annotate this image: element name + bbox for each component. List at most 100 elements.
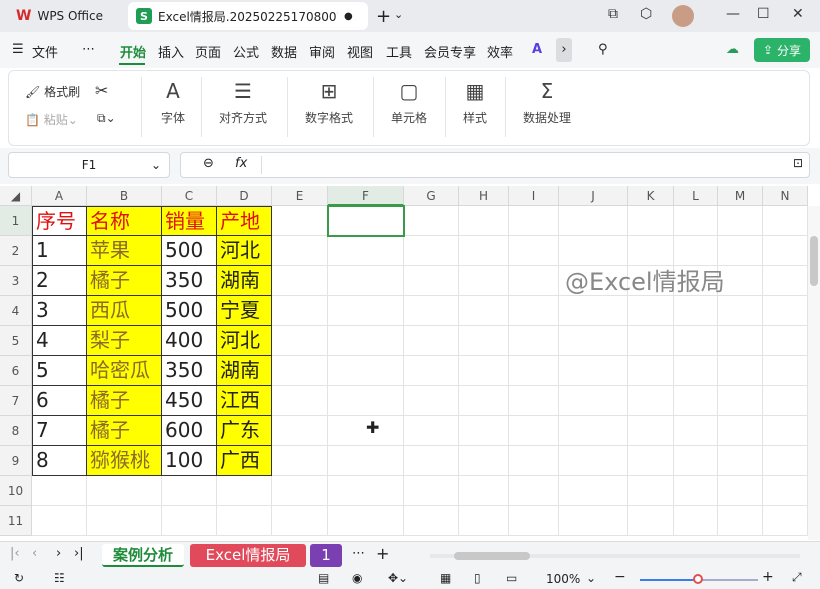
- cell-d9[interactable]: 广西: [217, 446, 272, 476]
- cell-j10[interactable]: [559, 476, 628, 506]
- vertical-scrollbar[interactable]: [808, 206, 820, 540]
- cell-e8[interactable]: [272, 416, 328, 446]
- cell-h9[interactable]: [459, 446, 509, 476]
- cell-n8[interactable]: [763, 416, 808, 446]
- cell-f3[interactable]: [328, 266, 404, 296]
- cell-c2[interactable]: 500: [162, 236, 217, 266]
- cell-n7[interactable]: [763, 386, 808, 416]
- cell-d1[interactable]: 产地: [217, 206, 272, 236]
- cell-g3[interactable]: [404, 266, 459, 296]
- cell-d2[interactable]: 河北: [217, 236, 272, 266]
- cell-a5[interactable]: 4: [32, 326, 87, 356]
- number-format-button[interactable]: ⊞ 数字格式: [293, 79, 365, 126]
- column-header-c[interactable]: C: [162, 186, 217, 206]
- tab-list-chevron-icon[interactable]: ⌄: [394, 8, 403, 21]
- vertical-scroll-thumb[interactable]: [810, 236, 818, 286]
- cell-n9[interactable]: [763, 446, 808, 476]
- cell-g8[interactable]: [404, 416, 459, 446]
- sheet-list-icon[interactable]: ☷: [54, 571, 65, 585]
- cell-i7[interactable]: [509, 386, 559, 416]
- more-sheets-icon[interactable]: ⋯: [352, 546, 365, 561]
- cell-b8[interactable]: 橘子: [87, 416, 162, 446]
- cell-k5[interactable]: [628, 326, 674, 356]
- cell-e3[interactable]: [272, 266, 328, 296]
- cell-k7[interactable]: [628, 386, 674, 416]
- cell-a11[interactable]: [32, 506, 87, 536]
- zoom-in-icon[interactable]: +: [762, 569, 774, 585]
- cell-d6[interactable]: 湖南: [217, 356, 272, 386]
- menu-home[interactable]: 开始: [120, 42, 146, 61]
- menu-page[interactable]: 页面: [195, 42, 221, 61]
- cell-a2[interactable]: 1: [32, 236, 87, 266]
- menu-scroll-right-icon[interactable]: ›: [556, 38, 572, 62]
- eye-protection-icon[interactable]: ◉: [352, 571, 362, 585]
- cell-i5[interactable]: [509, 326, 559, 356]
- maximize-icon[interactable]: ☐: [757, 6, 770, 22]
- copy-icon[interactable]: ⧉⌄: [97, 111, 116, 126]
- cell-e10[interactable]: [272, 476, 328, 506]
- cell-j6[interactable]: [559, 356, 628, 386]
- cell-l8[interactable]: [674, 416, 718, 446]
- cell-a10[interactable]: [32, 476, 87, 506]
- fullscreen-icon[interactable]: ⤢: [792, 570, 802, 585]
- cell-i11[interactable]: [509, 506, 559, 536]
- cell-h5[interactable]: [459, 326, 509, 356]
- row-header-10[interactable]: 10: [0, 476, 32, 506]
- row-header-7[interactable]: 7: [0, 386, 32, 416]
- cell-b6[interactable]: 哈密瓜: [87, 356, 162, 386]
- cell-a9[interactable]: 8: [32, 446, 87, 476]
- row-header-5[interactable]: 5: [0, 326, 32, 356]
- cell-b11[interactable]: [87, 506, 162, 536]
- cell-j11[interactable]: [559, 506, 628, 536]
- tab-wps-home[interactable]: W WPS Office: [6, 2, 118, 30]
- data-processing-button[interactable]: Σ 数据处理: [513, 79, 581, 126]
- menu-insert[interactable]: 插入: [158, 42, 184, 61]
- menu-file[interactable]: 文件: [32, 42, 58, 61]
- cell-d8[interactable]: 广东: [217, 416, 272, 446]
- cell-l10[interactable]: [674, 476, 718, 506]
- cell-i2[interactable]: [509, 236, 559, 266]
- cell-h3[interactable]: [459, 266, 509, 296]
- cells-group-button[interactable]: ▢ 单元格: [379, 79, 439, 126]
- cell-n2[interactable]: [763, 236, 808, 266]
- font-group-button[interactable]: A 字体: [149, 79, 197, 126]
- column-header-j[interactable]: J: [559, 186, 628, 206]
- cell-c7[interactable]: 450: [162, 386, 217, 416]
- cell-a6[interactable]: 5: [32, 356, 87, 386]
- cell-b4[interactable]: 西瓜: [87, 296, 162, 326]
- cell-l1[interactable]: [674, 206, 718, 236]
- restore-window-icon[interactable]: ⧉: [608, 6, 618, 22]
- sheet-tab-excel-bureau[interactable]: Excel情报局: [190, 544, 306, 567]
- column-header-d[interactable]: D: [217, 186, 272, 206]
- cell-b2[interactable]: 苹果: [87, 236, 162, 266]
- cell-m10[interactable]: [718, 476, 763, 506]
- cell-f11[interactable]: [328, 506, 404, 536]
- zoom-dropdown-icon[interactable]: ⌄: [586, 571, 596, 585]
- menu-more[interactable]: ⋯: [82, 42, 95, 57]
- cell-g2[interactable]: [404, 236, 459, 266]
- cell-e7[interactable]: [272, 386, 328, 416]
- zoom-slider-knob[interactable]: [693, 574, 703, 584]
- cell-c4[interactable]: 500: [162, 296, 217, 326]
- cell-i4[interactable]: [509, 296, 559, 326]
- menu-view[interactable]: 视图: [347, 42, 373, 61]
- cell-m5[interactable]: [718, 326, 763, 356]
- cell-e6[interactable]: [272, 356, 328, 386]
- tab-document[interactable]: S Excel情报局.20250225170800131 ●: [128, 2, 368, 30]
- avatar[interactable]: [672, 5, 694, 27]
- cell-f5[interactable]: [328, 326, 404, 356]
- cell-n1[interactable]: [763, 206, 808, 236]
- prev-sheet-icon[interactable]: ‹: [32, 546, 37, 561]
- row-header-6[interactable]: 6: [0, 356, 32, 386]
- cell-e9[interactable]: [272, 446, 328, 476]
- cell-m3[interactable]: [718, 266, 763, 296]
- column-header-e[interactable]: E: [272, 186, 328, 206]
- cell-a1[interactable]: 序号: [32, 206, 87, 236]
- cell-k10[interactable]: [628, 476, 674, 506]
- cell-i1[interactable]: [509, 206, 559, 236]
- cell-d11[interactable]: [217, 506, 272, 536]
- menu-formulas[interactable]: 公式: [233, 42, 259, 61]
- cell-b1[interactable]: 名称: [87, 206, 162, 236]
- reading-view-icon[interactable]: ▯: [474, 571, 481, 585]
- new-tab-plus-icon[interactable]: +: [376, 6, 391, 27]
